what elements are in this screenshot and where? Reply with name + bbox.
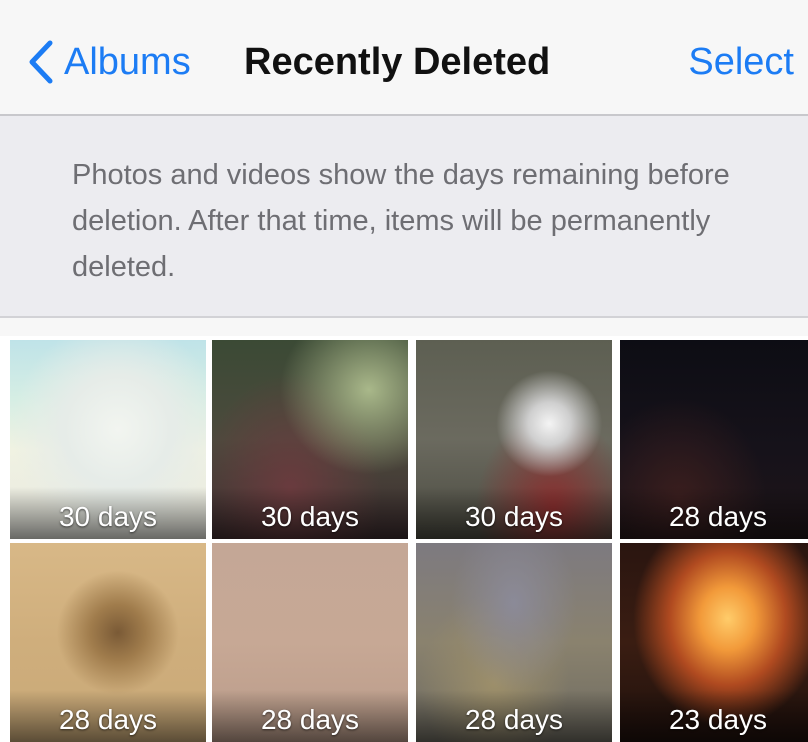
days-remaining-label: 28 days	[260, 704, 360, 735]
photo-thumbnail[interactable]: 30 days	[416, 340, 612, 539]
back-button-label: Albums	[64, 41, 191, 83]
select-button[interactable]: Select	[688, 34, 794, 90]
days-remaining-label: 28 days	[58, 704, 158, 735]
days-remaining-label: 30 days	[58, 501, 158, 532]
days-remaining-label: 30 days	[464, 501, 564, 532]
days-remaining-label: 30 days	[260, 501, 360, 532]
days-remaining-label: 28 days	[464, 704, 564, 735]
chevron-left-icon	[28, 40, 54, 84]
photo-thumbnail[interactable]: 30 days	[212, 340, 408, 539]
days-remaining-label: 28 days	[668, 501, 768, 532]
back-button[interactable]: Albums	[28, 34, 191, 90]
page-title: Recently Deleted	[244, 41, 551, 83]
photo-thumbnail[interactable]: 28 days	[620, 340, 808, 539]
info-banner: Photos and videos show the days remainin…	[0, 116, 808, 318]
photo-thumbnail[interactable]: 23 days	[620, 543, 808, 742]
photo-grid: 30 days 30 days 30 days 28 days 28 days …	[0, 336, 808, 742]
navigation-bar: Albums Recently Deleted Select	[0, 0, 808, 116]
days-remaining-label: 23 days	[668, 704, 768, 735]
photo-thumbnail[interactable]: 28 days	[10, 543, 206, 742]
photo-thumbnail[interactable]: 28 days	[416, 543, 612, 742]
photo-thumbnail[interactable]: 30 days	[10, 340, 206, 539]
info-text: Photos and videos show the days remainin…	[72, 159, 730, 283]
photo-thumbnail[interactable]: 28 days	[212, 543, 408, 742]
